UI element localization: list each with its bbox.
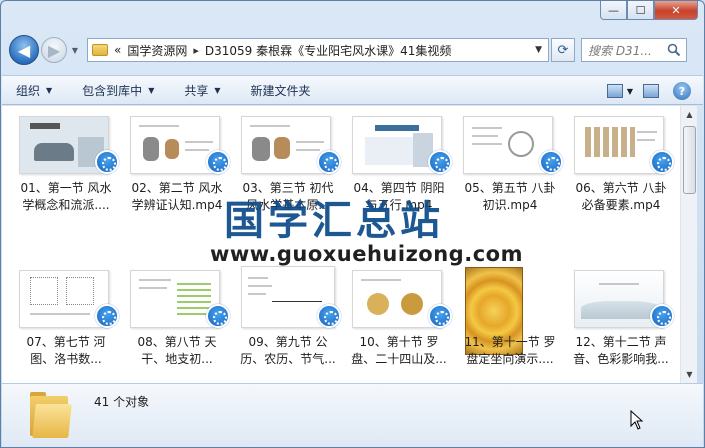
change-view-icon[interactable] xyxy=(606,84,623,98)
breadcrumb-root[interactable]: 国学资源网 xyxy=(127,42,187,59)
video-icon xyxy=(539,150,563,174)
search-icon[interactable] xyxy=(667,43,681,57)
chevron-down-icon[interactable]: ▼ xyxy=(535,45,542,55)
breadcrumb-overflow[interactable]: « xyxy=(114,43,121,57)
search-input[interactable]: 搜索 D31... xyxy=(581,38,687,62)
file-name: 07、第七节 河 图、洛书数... xyxy=(26,335,106,366)
forward-button[interactable]: ▶ xyxy=(41,37,67,63)
scroll-up-icon[interactable]: ▲ xyxy=(681,106,698,123)
share-menu[interactable]: 共享 ▼ xyxy=(184,82,220,99)
video-icon xyxy=(206,150,230,174)
file-name: 11、第十一节 罗 盘定坐向演示.... xyxy=(464,335,556,366)
chevron-down-icon: ▼ xyxy=(46,85,53,95)
organize-label: 组织 xyxy=(16,83,41,98)
minimize-button[interactable]: — xyxy=(600,1,627,20)
mouse-cursor-icon xyxy=(630,410,644,430)
video-icon xyxy=(95,150,119,174)
recent-pages-dropdown[interactable]: ▼ xyxy=(69,46,81,55)
video-icon xyxy=(317,150,341,174)
view-dropdown-icon[interactable]: ▼ xyxy=(627,87,633,96)
explorer-window: — ☐ ✕ ◀ ▶ ▼ « 国学资源网 ▸ D31059 秦根霖《专业阳宅风水课… xyxy=(0,0,705,448)
include-in-library-menu[interactable]: 包含到库中 ▼ xyxy=(82,82,154,99)
share-label: 共享 xyxy=(184,83,209,98)
file-name: 08、第八节 天 干、地支初... xyxy=(137,335,217,366)
search-placeholder: 搜索 D31... xyxy=(588,43,652,58)
video-icon xyxy=(650,150,674,174)
folder-icon xyxy=(30,390,72,442)
file-name: 01、第一节 风水 学概念和流派.... xyxy=(20,181,112,212)
toolbar-right: ▼ ? xyxy=(606,82,691,100)
caption-buttons: — ☐ ✕ xyxy=(600,1,698,20)
scroll-down-icon[interactable]: ▼ xyxy=(681,366,698,383)
address-bar[interactable]: « 国学资源网 ▸ D31059 秦根霖《专业阳宅风水课》41集视频 ▼ xyxy=(87,38,549,62)
navigation-bar: ◀ ▶ ▼ « 国学资源网 ▸ D31059 秦根霖《专业阳宅风水课》41集视频… xyxy=(9,35,696,65)
new-folder-button[interactable]: 新建文件夹 xyxy=(251,82,311,99)
video-icon xyxy=(95,304,119,328)
scrollbar-thumb[interactable] xyxy=(683,126,696,194)
help-icon[interactable]: ? xyxy=(673,82,691,100)
command-bar: 组织 ▼ 包含到库中 ▼ 共享 ▼ 新建文件夹 ▼ ? xyxy=(2,75,703,105)
vertical-scrollbar[interactable]: ▲ ▼ xyxy=(680,106,697,383)
video-icon xyxy=(206,304,230,328)
chevron-down-icon: ▼ xyxy=(214,85,221,95)
organize-menu[interactable]: 组织 ▼ xyxy=(16,82,52,99)
file-name: 09、第九节 公 历、农历、节气... xyxy=(240,335,336,366)
watermark-url: www.guoxuehuizong.com xyxy=(210,242,523,266)
item-count: 41 个对象 xyxy=(94,395,150,409)
video-icon xyxy=(428,304,452,328)
file-name: 06、第六节 八卦 必备要素.mp4 xyxy=(575,181,667,212)
back-button[interactable]: ◀ xyxy=(9,35,39,65)
video-icon xyxy=(428,150,452,174)
include-in-library-label: 包含到库中 xyxy=(82,83,143,98)
file-name: 02、第二节 风水 学辨证认知.mp4 xyxy=(131,181,223,212)
file-name: 05、第五节 八卦 初识.mp4 xyxy=(464,181,556,212)
new-folder-label: 新建文件夹 xyxy=(250,83,311,98)
preview-pane-icon[interactable] xyxy=(643,84,659,98)
file-name: 10、第十节 罗 盘、二十四山及... xyxy=(351,335,447,366)
file-name: 12、第十二节 声 音、色彩影响我... xyxy=(573,335,669,366)
details-pane: 41 个对象 xyxy=(2,383,703,447)
video-icon xyxy=(650,304,674,328)
file-view[interactable]: 01、第一节 风水 学概念和流派.... 02、第二节 风水 学辨证认知.mp4 xyxy=(2,106,680,383)
watermark-title: 国学汇总站 xyxy=(224,197,444,244)
maximize-button[interactable]: ☐ xyxy=(627,1,654,20)
refresh-button[interactable]: ⟳ xyxy=(551,38,575,62)
close-button[interactable]: ✕ xyxy=(654,1,698,20)
chevron-down-icon: ▼ xyxy=(148,85,155,95)
video-icon xyxy=(317,304,341,328)
breadcrumb-current[interactable]: D31059 秦根霖《专业阳宅风水课》41集视频 xyxy=(205,42,452,59)
folder-icon xyxy=(92,44,108,56)
chevron-right-icon[interactable]: ▸ xyxy=(193,44,199,57)
